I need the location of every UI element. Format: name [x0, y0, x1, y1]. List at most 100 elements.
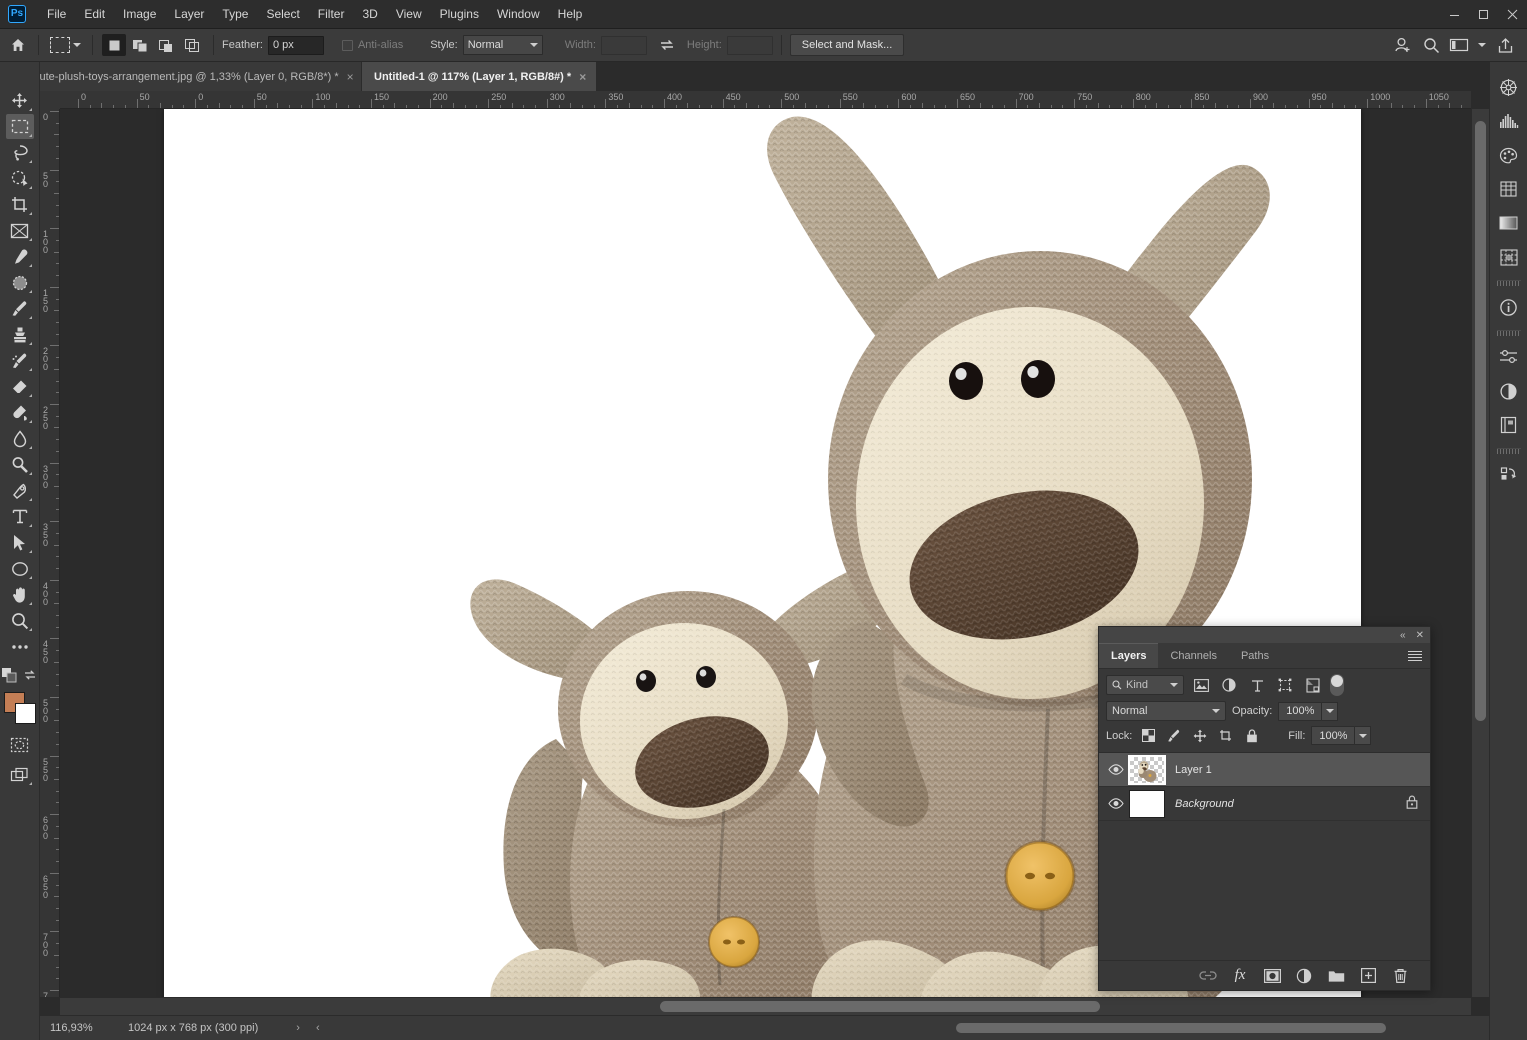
- patterns-icon[interactable]: [1494, 242, 1524, 272]
- layer-row-layer-1[interactable]: Layer 1: [1099, 753, 1430, 787]
- width-input[interactable]: [600, 35, 647, 55]
- maximize-button[interactable]: [1469, 0, 1498, 29]
- menu-filter[interactable]: Filter: [309, 3, 354, 25]
- tab-layers[interactable]: Layers: [1099, 643, 1159, 668]
- horizontal-ruler[interactable]: 0 50 0 50 100 150 200 250 300 350 400 450 500 550 600 6…: [60, 91, 1471, 109]
- status-expand-arrow[interactable]: ›: [288, 1022, 308, 1034]
- scrollbar-thumb[interactable]: [955, 1023, 1386, 1033]
- zoom-tool[interactable]: [6, 608, 34, 633]
- scrollbar-thumb[interactable]: [1475, 121, 1486, 721]
- menu-view[interactable]: View: [387, 3, 431, 25]
- pixel-layers-icon[interactable]: [1190, 675, 1212, 695]
- tab-paths[interactable]: Paths: [1229, 643, 1281, 668]
- layer-visibility-eye-icon[interactable]: [1103, 798, 1129, 809]
- ellipse-tool[interactable]: [6, 556, 34, 581]
- opacity-input[interactable]: 100%: [1278, 701, 1323, 721]
- color-wheel-icon[interactable]: [1494, 72, 1524, 102]
- status-scrollbar[interactable]: [336, 1021, 1506, 1035]
- export-icon[interactable]: [1493, 33, 1517, 57]
- scroll-left-arrow[interactable]: ‹: [308, 1022, 328, 1034]
- info-icon[interactable]: [1494, 292, 1524, 322]
- intersect-with-selection-button[interactable]: [180, 34, 204, 56]
- background-color-swatch[interactable]: [14, 703, 36, 724]
- blur-tool[interactable]: [6, 426, 34, 451]
- new-layer-icon[interactable]: [1358, 966, 1378, 986]
- home-icon[interactable]: [6, 33, 30, 57]
- height-input[interactable]: [726, 35, 773, 55]
- lock-position-icon[interactable]: [1190, 727, 1210, 745]
- clone-stamp-tool[interactable]: [6, 322, 34, 347]
- filter-kind-select[interactable]: Kind: [1106, 675, 1184, 695]
- zoom-level[interactable]: 116,93%: [40, 1022, 114, 1034]
- opacity-stepper[interactable]: [1322, 701, 1339, 721]
- layer-style-fx-icon[interactable]: fx: [1230, 966, 1250, 986]
- share-user-icon[interactable]: [1391, 33, 1415, 57]
- pen-tool[interactable]: [6, 478, 34, 503]
- layer-thumbnail[interactable]: [1128, 754, 1166, 785]
- search-icon[interactable]: [1419, 33, 1443, 57]
- layer-visibility-eye-icon[interactable]: [1103, 764, 1129, 775]
- close-icon[interactable]: ×: [347, 71, 354, 83]
- add-layer-mask-icon[interactable]: [1262, 966, 1282, 986]
- blend-mode-select[interactable]: Normal: [1106, 701, 1226, 721]
- hand-tool[interactable]: [6, 582, 34, 607]
- menu-file[interactable]: File: [38, 3, 75, 25]
- menu-plugins[interactable]: Plugins: [431, 3, 488, 25]
- layer-thumbnail[interactable]: [1129, 789, 1165, 818]
- swatches-icon[interactable]: [1494, 140, 1524, 170]
- document-tab-cute-plush-toys[interactable]: cute-plush-toys-arrangement.jpg @ 1,33% …: [22, 62, 362, 91]
- dodge-tool[interactable]: [6, 452, 34, 477]
- link-layers-icon[interactable]: [1198, 966, 1218, 986]
- layers-list[interactable]: Layer 1 Background: [1099, 752, 1430, 960]
- adjustments-icon[interactable]: [1494, 342, 1524, 372]
- object-selection-tool[interactable]: [6, 166, 34, 191]
- histogram-icon[interactable]: [1494, 106, 1524, 136]
- tool-preset-picker[interactable]: [47, 35, 84, 55]
- menu-window[interactable]: Window: [488, 3, 549, 25]
- rectangular-marquee-tool[interactable]: [5, 114, 34, 139]
- crop-tool[interactable]: [6, 192, 34, 217]
- select-and-mask-button[interactable]: Select and Mask...: [789, 34, 905, 56]
- layer-name[interactable]: Layer 1: [1175, 764, 1212, 776]
- layer-name[interactable]: Background: [1175, 798, 1234, 810]
- scrollbar-thumb[interactable]: [660, 1001, 1100, 1012]
- gradient-tool[interactable]: [6, 400, 34, 425]
- lasso-tool[interactable]: [6, 140, 34, 165]
- spot-healing-brush-tool[interactable]: [6, 270, 34, 295]
- grid-pattern-icon[interactable]: [1494, 174, 1524, 204]
- gradients-icon[interactable]: [1494, 208, 1524, 238]
- path-selection-tool[interactable]: [6, 530, 34, 555]
- panel-menu-icon[interactable]: [1408, 643, 1430, 668]
- close-button[interactable]: [1498, 0, 1527, 29]
- quick-mask-icon[interactable]: [6, 732, 34, 757]
- frame-tool[interactable]: [6, 218, 34, 243]
- chevron-down-icon[interactable]: [1475, 33, 1489, 57]
- menu-help[interactable]: Help: [549, 3, 592, 25]
- new-group-icon[interactable]: [1326, 966, 1346, 986]
- layer-row-background[interactable]: Background: [1099, 787, 1430, 821]
- menu-type[interactable]: Type: [213, 3, 257, 25]
- tab-channels[interactable]: Channels: [1158, 643, 1228, 668]
- subtract-from-selection-button[interactable]: [154, 34, 178, 56]
- add-to-selection-button[interactable]: [128, 34, 152, 56]
- menu-edit[interactable]: Edit: [75, 3, 114, 25]
- lock-transparent-pixels-icon[interactable]: [1138, 727, 1158, 745]
- eraser-tool[interactable]: [6, 374, 34, 399]
- color-swatches[interactable]: [3, 692, 36, 724]
- canvas-vertical-scrollbar[interactable]: [1471, 109, 1489, 997]
- fill-stepper[interactable]: [1355, 726, 1372, 745]
- lock-image-pixels-icon[interactable]: [1164, 727, 1184, 745]
- close-icon[interactable]: ✕: [1416, 630, 1424, 641]
- close-icon[interactable]: ×: [579, 71, 586, 83]
- new-adjustment-layer-icon[interactable]: [1294, 966, 1314, 986]
- collapse-icon[interactable]: «: [1400, 630, 1406, 641]
- screen-mode-icon[interactable]: [6, 762, 34, 787]
- menu-select[interactable]: Select: [257, 3, 308, 25]
- new-selection-button[interactable]: [102, 34, 126, 56]
- smart-objects-icon[interactable]: [1302, 675, 1324, 695]
- document-tab-untitled-1[interactable]: Untitled-1 @ 117% (Layer 1, RGB/8#) * ×: [362, 62, 598, 91]
- libraries-icon[interactable]: [1494, 410, 1524, 440]
- anti-alias-checkbox[interactable]: Anti-alias: [341, 39, 408, 51]
- history-brush-tool[interactable]: [6, 348, 34, 373]
- horizontal-type-tool[interactable]: [6, 504, 34, 529]
